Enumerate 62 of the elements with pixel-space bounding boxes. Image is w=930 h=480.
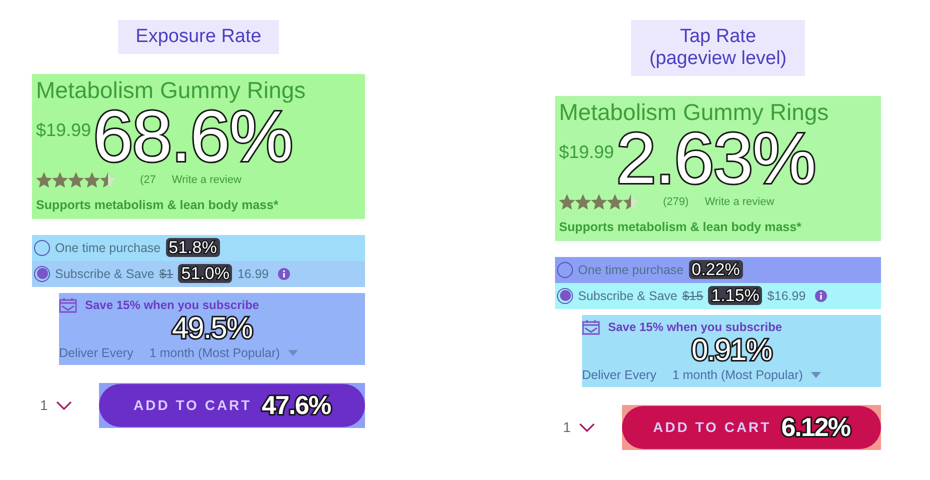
add-to-cart-button[interactable]: ADD TO CART 6.12% — [622, 406, 881, 449]
chevron-down-icon — [578, 422, 595, 432]
caret-icon — [288, 350, 298, 356]
calendar-icon — [59, 296, 77, 313]
rate-value: 49.5% — [172, 314, 252, 344]
option-label[interactable]: Subscribe & Save — [55, 264, 154, 284]
radio-button[interactable] — [557, 262, 573, 278]
rate-value: 51.8% — [166, 238, 220, 258]
deliver-label: Deliver Every — [582, 366, 656, 384]
product-price: $19.99 — [559, 141, 614, 164]
rate-value: 0.91% — [691, 336, 772, 366]
add-to-cart-button[interactable]: ADD TO CART 47.6% — [99, 384, 365, 427]
rate-value: 47.6% — [262, 392, 330, 418]
star-icon — [575, 194, 591, 210]
original-price: $1 — [159, 266, 174, 283]
product-price: $19.99 — [36, 119, 92, 142]
star-icon — [100, 172, 116, 188]
star-icon — [559, 194, 575, 210]
review-link[interactable]: Write a review — [172, 172, 242, 188]
review-count: (27 — [140, 172, 156, 188]
rate-label: Exposure Rate — [118, 20, 280, 54]
option-label[interactable]: Subscribe & Save — [578, 286, 678, 306]
subscription-price: $16.99 — [767, 288, 806, 305]
frequency-dropdown[interactable]: 1 month (Most Popular) — [149, 344, 298, 363]
product-name: Metabolism Gummy Rings — [36, 78, 307, 104]
info-icon[interactable] — [814, 290, 827, 302]
rate-value: 51.0% — [178, 264, 232, 284]
subscribe-heading: Save 15% when you subscribe — [608, 318, 782, 336]
star-icon — [607, 194, 623, 210]
rate-value: 6.12% — [781, 414, 850, 440]
star-icon — [52, 172, 68, 188]
star-icon — [623, 194, 639, 210]
rate-label: Tap Rate (pageview level) — [631, 20, 805, 76]
quantity-selector[interactable]: 1 — [555, 416, 622, 438]
product-tagline: Supports metabolism & lean body mass* — [36, 197, 280, 214]
radio-button[interactable] — [34, 266, 50, 282]
review-count: (279) — [663, 194, 689, 210]
rate-value: 68.6% — [93, 103, 292, 172]
star-icon — [68, 172, 84, 188]
deliver-label: Deliver Every — [59, 344, 134, 362]
rate-value: 1.15% — [708, 286, 762, 306]
radio-button[interactable] — [34, 240, 50, 256]
caret-icon — [810, 372, 821, 378]
subscribe-heading: Save 15% when you subscribe — [85, 296, 260, 314]
chevron-down-icon — [56, 400, 72, 410]
info-icon[interactable] — [278, 268, 290, 280]
product-name: Metabolism Gummy Rings — [559, 100, 830, 126]
star-icon — [84, 172, 100, 188]
option-label[interactable]: One time purchase — [55, 238, 161, 258]
radio-button[interactable] — [557, 288, 573, 304]
original-price: $15 — [682, 288, 704, 305]
review-link[interactable]: Write a review — [704, 194, 774, 210]
rate-value: 0.22% — [688, 260, 743, 280]
product-tagline: Supports metabolism & lean body mass* — [559, 219, 802, 236]
quantity-selector[interactable]: 1 — [32, 394, 99, 416]
calendar-icon — [582, 318, 600, 335]
frequency-dropdown[interactable]: 1 month (Most Popular) — [672, 366, 821, 385]
star-icon — [36, 172, 52, 188]
rate-value: 2.63% — [616, 125, 816, 194]
star-icon — [591, 194, 607, 210]
subscription-price: 16.99 — [237, 266, 269, 283]
option-label[interactable]: One time purchase — [578, 260, 684, 280]
